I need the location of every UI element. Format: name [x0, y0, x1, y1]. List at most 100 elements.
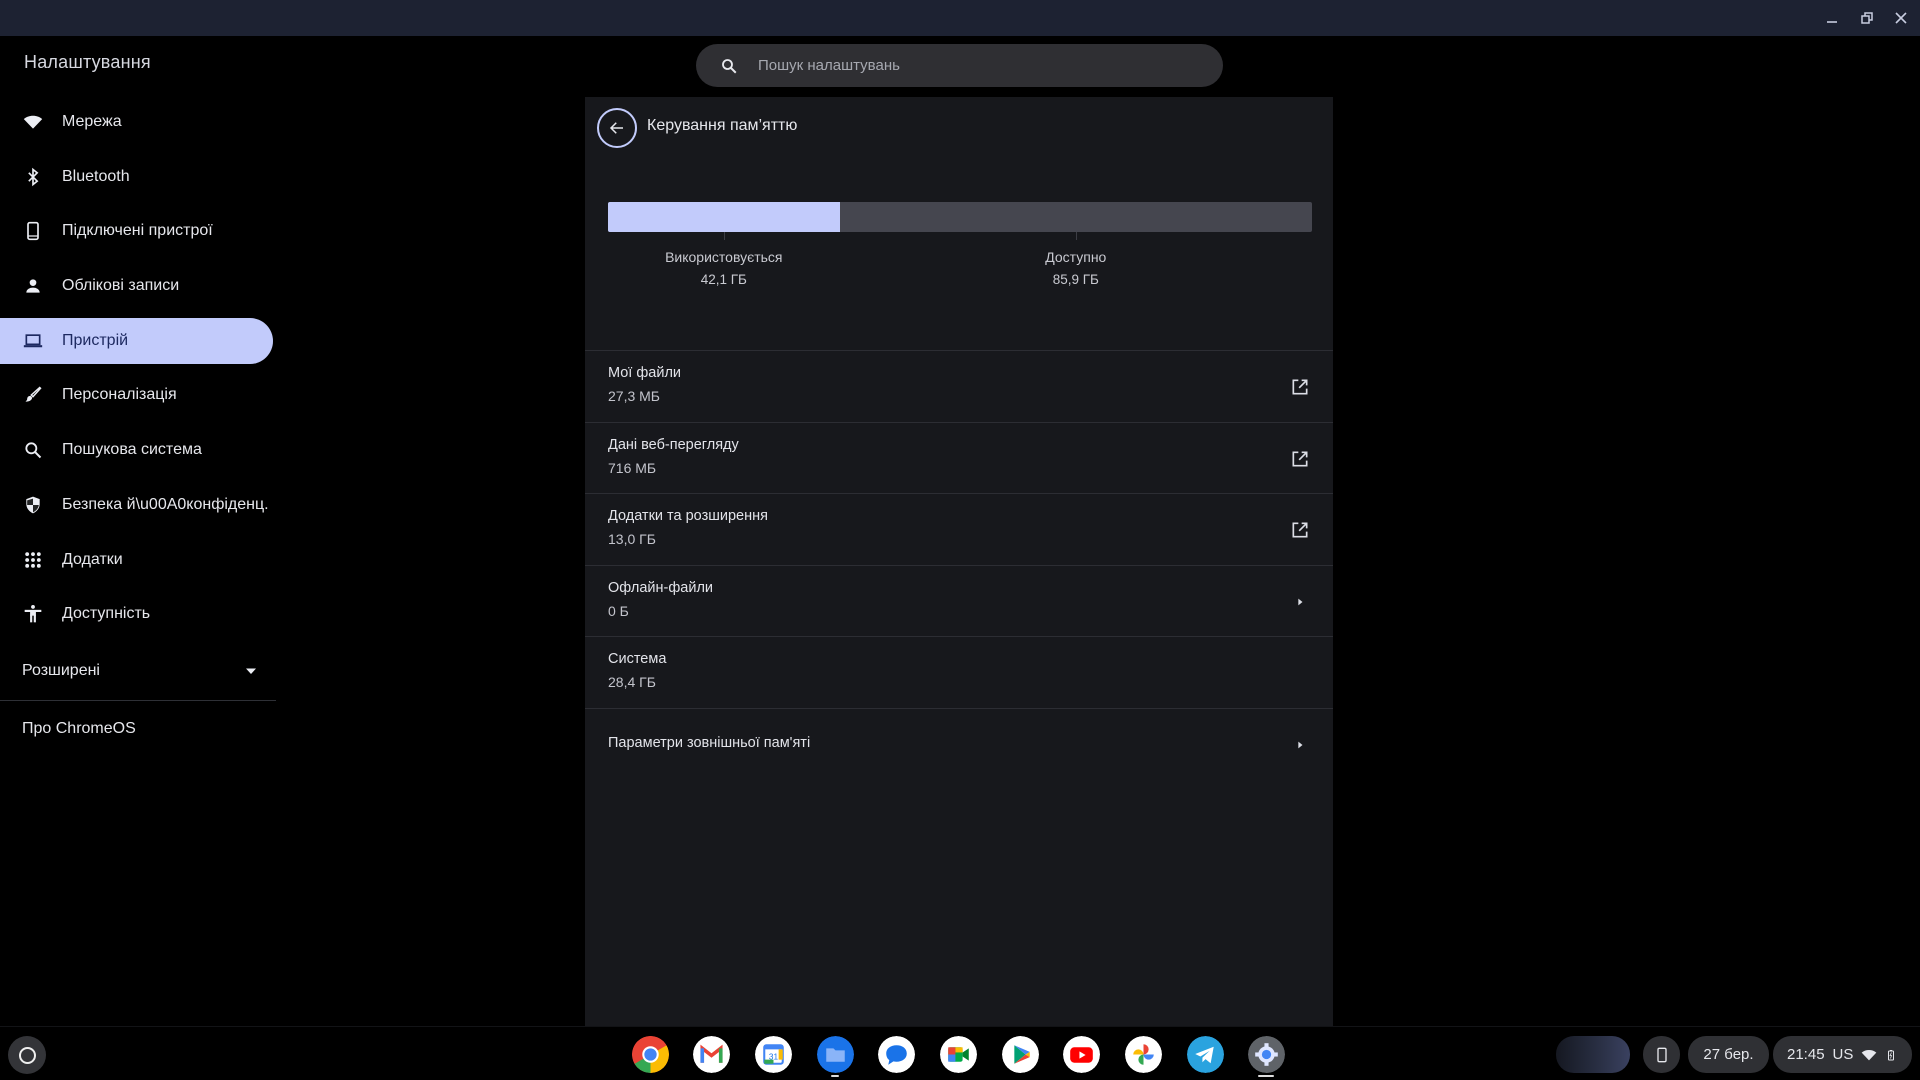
sidebar-item-personalization[interactable]: Персоналізація [0, 372, 273, 418]
used-tick [723, 232, 725, 240]
input-method-indicator: US [1832, 1046, 1854, 1063]
brush-icon [22, 384, 44, 406]
row-title: Дані веб-перегляду [608, 436, 739, 453]
shelf-app-photos[interactable] [1125, 1036, 1162, 1073]
shelf-app-telegram[interactable] [1187, 1036, 1224, 1073]
phone-hub-button[interactable] [1643, 1036, 1680, 1073]
row-apps-extensions[interactable]: Додатки та розширення 13,0 ГБ [585, 493, 1333, 565]
clock-time: 21:45 [1787, 1046, 1825, 1063]
sidebar-item-apps[interactable]: Додатки [0, 537, 273, 583]
wifi-icon [22, 111, 44, 133]
sidebar-item-label: Мережа [62, 113, 122, 130]
search-icon [22, 439, 44, 461]
shelf-app-calendar[interactable]: 31 [755, 1036, 792, 1073]
row-size: 0 Б [608, 602, 629, 619]
back-button[interactable] [597, 108, 637, 148]
available-label-text: Доступно [1045, 249, 1107, 265]
sidebar-item-label: Пошукова система [62, 441, 202, 459]
calendar-icon: 31 [755, 1036, 792, 1073]
date-tray[interactable]: 27 бер. [1688, 1036, 1769, 1073]
gmail-icon [693, 1036, 730, 1073]
used-label-text: Використовується [665, 249, 783, 265]
external-link-icon[interactable] [1289, 448, 1311, 470]
settings-search[interactable] [696, 44, 1223, 87]
used-value: 42,1 ГБ [700, 272, 747, 287]
laptop-icon [22, 330, 44, 352]
apps-grid-icon [22, 549, 44, 571]
available-tick [1075, 232, 1077, 240]
restore-button[interactable] [1853, 4, 1881, 32]
running-indicator [1258, 1075, 1274, 1077]
advanced-section-toggle[interactable]: Розширені [22, 657, 257, 685]
about-chromeos-link[interactable]: Про ChromeOS [22, 720, 136, 738]
sidebar-item-search-engine[interactable]: Пошукова система [0, 427, 273, 473]
storage-category-list: Мої файли 27,3 МБ Дані веб-перегляду 716… [585, 350, 1333, 779]
row-system: Система 28,4 ГБ [585, 636, 1333, 708]
settings-icon [1248, 1036, 1285, 1073]
wifi-icon [1862, 1049, 1877, 1060]
youtube-icon [1063, 1036, 1100, 1073]
restore-icon [1861, 12, 1873, 24]
sidebar-item-label: Доступність [62, 605, 151, 623]
row-size: 716 МБ [608, 459, 657, 476]
advanced-label: Розширені [22, 662, 100, 679]
status-area[interactable]: 21:45 US [1773, 1036, 1912, 1073]
row-size: 13,0 ГБ [608, 531, 656, 547]
row-title: Система [608, 651, 667, 667]
shelf-app-meet[interactable] [940, 1036, 977, 1073]
files-icon [817, 1036, 854, 1073]
sidebar-item-label: Персоналізація [62, 386, 177, 404]
app-title: Налаштування [24, 52, 151, 72]
arrow-back-icon [609, 122, 623, 134]
sidebar-item-accounts[interactable]: Облікові записи [0, 263, 273, 309]
row-external-storage-settings[interactable]: Параметри зовнішньої пам'яті [585, 707, 1333, 780]
sidebar-item-bluetooth[interactable]: Bluetooth [0, 154, 273, 200]
meet-icon [940, 1036, 977, 1073]
shelf-app-settings[interactable] [1248, 1036, 1285, 1073]
shelf-app-gmail[interactable] [693, 1036, 730, 1073]
search-icon [722, 58, 737, 73]
sidebar-item-privacy-security[interactable]: Безпека й\u00A0конфіденц. [0, 482, 273, 528]
close-button[interactable] [1887, 4, 1915, 32]
row-size: 28,4 ГБ [608, 674, 656, 690]
shelf-app-youtube[interactable] [1063, 1036, 1100, 1073]
available-value: 85,9 ГБ [1052, 272, 1099, 287]
search-input[interactable] [758, 57, 1178, 74]
messages-icon [878, 1036, 915, 1073]
storage-management-panel: Керування пам’яттю Використовується 42,1… [585, 97, 1333, 1026]
battery-charging-icon [1888, 1049, 1895, 1060]
minimize-button[interactable] [1818, 4, 1846, 32]
sidebar-item-device[interactable]: Пристрій [0, 317, 273, 364]
row-offline-files[interactable]: Офлайн-файли 0 Б [585, 564, 1333, 637]
shield-icon [22, 494, 44, 516]
sidebar-item-connected-devices[interactable]: Підключені пристрої [0, 208, 273, 254]
shelf-app-chrome[interactable] [632, 1036, 669, 1073]
shelf-app-play-store[interactable] [1002, 1036, 1039, 1073]
row-browsing-data[interactable]: Дані веб-перегляду 716 МБ [585, 421, 1333, 494]
telegram-icon [1187, 1036, 1224, 1073]
bluetooth-icon [22, 166, 44, 188]
row-my-files[interactable]: Мої файли 27,3 МБ [585, 350, 1333, 422]
sidebar-item-label: Облікові записи [62, 277, 180, 295]
play-store-icon [1002, 1036, 1039, 1073]
shelf-app-files[interactable] [817, 1036, 854, 1073]
photos-icon [1125, 1036, 1162, 1073]
row-title: Офлайн-файли [608, 579, 714, 596]
sidebar-item-network[interactable]: Мережа [0, 99, 273, 145]
launcher-button[interactable] [8, 1036, 46, 1074]
phone-icon [22, 220, 44, 242]
chevron-down-icon [246, 668, 256, 674]
storage-usage-bar [608, 202, 1312, 232]
available-storage-label: Доступно 85,9 ГБ [1045, 249, 1106, 287]
accessibility-icon [22, 603, 44, 625]
sidebar-item-accessibility[interactable]: Доступність [0, 591, 273, 637]
calendar-day-text: 31 [769, 1053, 779, 1062]
window-titlebar [0, 0, 1920, 36]
shelf-app-messages[interactable] [878, 1036, 915, 1073]
desk-preview-thumbnail[interactable] [1556, 1036, 1630, 1073]
external-link-icon[interactable] [1289, 519, 1311, 541]
row-title: Параметри зовнішньої пам'яті [608, 734, 811, 751]
row-title: Мої файли [608, 365, 682, 381]
external-link-icon[interactable] [1289, 376, 1311, 398]
sidebar-item-label: Пристрій [62, 331, 129, 349]
